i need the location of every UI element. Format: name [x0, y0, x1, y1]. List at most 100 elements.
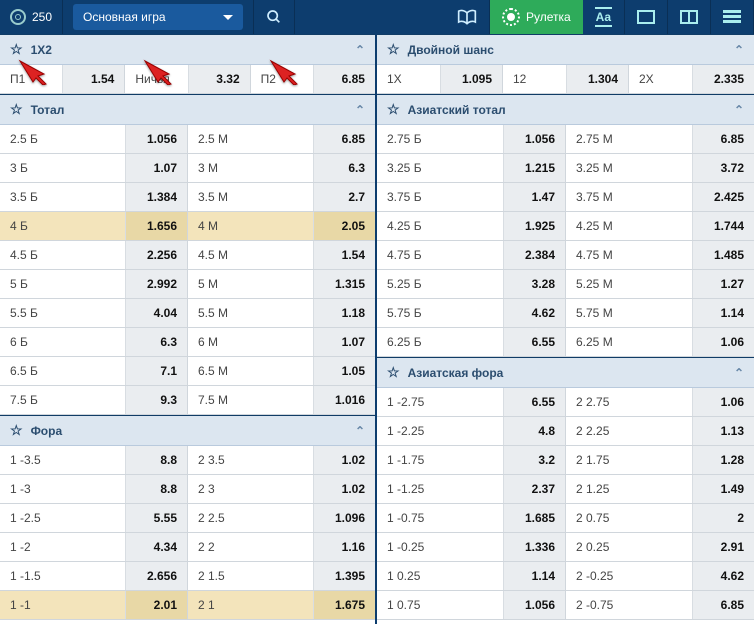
selection[interactable]: 1 -1.753.2: [377, 446, 566, 475]
selection[interactable]: 1X1.095: [377, 65, 503, 94]
selection[interactable]: П11.54: [0, 65, 125, 94]
selection[interactable]: 1 -2.55.55: [0, 504, 188, 533]
search-button[interactable]: [254, 0, 295, 34]
selection[interactable]: 2 31.02: [188, 475, 375, 504]
selection[interactable]: 5 М1.315: [188, 270, 375, 299]
star-icon[interactable]: ☆: [10, 422, 23, 439]
selection[interactable]: 5.25 Б3.28: [377, 270, 566, 299]
selection[interactable]: 2 0.752: [566, 504, 754, 533]
font-size-button[interactable]: Aа: [583, 0, 625, 34]
star-icon[interactable]: ☆: [387, 41, 400, 58]
selection[interactable]: 2 0.252.91: [566, 533, 754, 562]
market-row: 2.75 Б1.0562.75 М6.85: [377, 125, 754, 154]
selection[interactable]: 2 3.51.02: [188, 446, 375, 475]
selection[interactable]: 2.5 М6.85: [188, 125, 375, 154]
selection[interactable]: Ничья3.32: [125, 65, 250, 94]
selection[interactable]: 3.75 М2.425: [566, 183, 754, 212]
selection[interactable]: 5.5 Б4.04: [0, 299, 188, 328]
market-header[interactable]: ☆Двойной шанс⌃: [377, 34, 754, 65]
selection[interactable]: 5.5 М1.18: [188, 299, 375, 328]
market-header[interactable]: ☆Азиатский тотал⌃: [377, 94, 754, 125]
selection[interactable]: 1 -12.01: [0, 591, 188, 620]
selection[interactable]: 3 М6.3: [188, 154, 375, 183]
roulette-button[interactable]: Рулетка: [490, 0, 583, 34]
selection[interactable]: 2 -0.756.85: [566, 591, 754, 620]
collapse-icon[interactable]: ⌃: [734, 366, 744, 380]
selection[interactable]: 7.5 Б9.3: [0, 386, 188, 415]
selection[interactable]: 3.25 М3.72: [566, 154, 754, 183]
selection[interactable]: 6.25 М1.06: [566, 328, 754, 357]
collapse-icon[interactable]: ⌃: [355, 43, 365, 57]
selection[interactable]: 3 Б1.07: [0, 154, 188, 183]
selection[interactable]: 2 2.251.13: [566, 417, 754, 446]
market-header[interactable]: ☆Азиатская фора⌃: [377, 357, 754, 388]
selection[interactable]: 4.25 Б1.925: [377, 212, 566, 241]
star-icon[interactable]: ☆: [387, 364, 400, 381]
market-header[interactable]: ☆Фора⌃: [0, 415, 375, 446]
selection[interactable]: 2.5 Б1.056: [0, 125, 188, 154]
selection[interactable]: 4.75 Б2.384: [377, 241, 566, 270]
star-icon[interactable]: ☆: [10, 101, 23, 118]
selection[interactable]: 1 -24.34: [0, 533, 188, 562]
selection[interactable]: 4.5 М1.54: [188, 241, 375, 270]
balance-widget[interactable]: 250: [0, 0, 63, 34]
selection[interactable]: 5.75 Б4.62: [377, 299, 566, 328]
selection[interactable]: 4.5 Б2.256: [0, 241, 188, 270]
layout-split-button[interactable]: [668, 0, 711, 34]
selection[interactable]: 5 Б2.992: [0, 270, 188, 299]
selection[interactable]: 7.5 М1.016: [188, 386, 375, 415]
selection[interactable]: 4 Б1.656: [0, 212, 188, 241]
selection[interactable]: 2 2.51.096: [188, 504, 375, 533]
selection[interactable]: 3.5 Б1.384: [0, 183, 188, 212]
selection[interactable]: 1 -3.58.8: [0, 446, 188, 475]
rules-button[interactable]: [445, 0, 490, 34]
selection[interactable]: П26.85: [251, 65, 375, 94]
selection[interactable]: 5.25 М1.27: [566, 270, 754, 299]
selection[interactable]: 1 0.751.056: [377, 591, 566, 620]
star-icon[interactable]: ☆: [10, 41, 23, 58]
selection[interactable]: 6 Б6.3: [0, 328, 188, 357]
selection[interactable]: 1 -1.252.37: [377, 475, 566, 504]
selection[interactable]: 1 -0.751.685: [377, 504, 566, 533]
selection[interactable]: 4.75 М1.485: [566, 241, 754, 270]
selection[interactable]: 2X2.335: [629, 65, 754, 94]
collapse-icon[interactable]: ⌃: [734, 103, 744, 117]
selection[interactable]: 1 -1.52.656: [0, 562, 188, 591]
selection[interactable]: 3.25 Б1.215: [377, 154, 566, 183]
game-select[interactable]: Основная игра: [63, 0, 254, 34]
selection[interactable]: 2 1.51.395: [188, 562, 375, 591]
selection[interactable]: 2 1.751.28: [566, 446, 754, 475]
layout-single-button[interactable]: [625, 0, 668, 34]
selection[interactable]: 6 М1.07: [188, 328, 375, 357]
selection[interactable]: 2.75 Б1.056: [377, 125, 566, 154]
collapse-icon[interactable]: ⌃: [355, 424, 365, 438]
selection[interactable]: 1 0.251.14: [377, 562, 566, 591]
star-icon[interactable]: ☆: [387, 101, 400, 118]
market-row: 4 Б1.6564 М2.05: [0, 212, 375, 241]
selection-odds: 1.675: [313, 591, 375, 619]
selection[interactable]: 2 2.751.06: [566, 388, 754, 417]
selection[interactable]: 6.25 Б6.55: [377, 328, 566, 357]
collapse-icon[interactable]: ⌃: [734, 43, 744, 57]
selection[interactable]: 2 11.675: [188, 591, 375, 620]
layout-stack-button[interactable]: [711, 0, 754, 34]
selection[interactable]: 3.5 М2.7: [188, 183, 375, 212]
selection[interactable]: 2 21.16: [188, 533, 375, 562]
selection[interactable]: 2 -0.254.62: [566, 562, 754, 591]
selection[interactable]: 4.25 М1.744: [566, 212, 754, 241]
market-header[interactable]: ☆Тотал⌃: [0, 94, 375, 125]
selection[interactable]: 6.5 М1.05: [188, 357, 375, 386]
selection[interactable]: 2.75 М6.85: [566, 125, 754, 154]
selection[interactable]: 1 -2.756.55: [377, 388, 566, 417]
selection[interactable]: 1 -2.254.8: [377, 417, 566, 446]
selection[interactable]: 1 -38.8: [0, 475, 188, 504]
selection[interactable]: 4 М2.05: [188, 212, 375, 241]
selection[interactable]: 5.75 М1.14: [566, 299, 754, 328]
selection[interactable]: 2 1.251.49: [566, 475, 754, 504]
collapse-icon[interactable]: ⌃: [355, 103, 365, 117]
selection[interactable]: 1 -0.251.336: [377, 533, 566, 562]
selection[interactable]: 121.304: [503, 65, 629, 94]
selection[interactable]: 6.5 Б7.1: [0, 357, 188, 386]
selection[interactable]: 3.75 Б1.47: [377, 183, 566, 212]
market-header[interactable]: ☆1X2⌃: [0, 34, 375, 65]
